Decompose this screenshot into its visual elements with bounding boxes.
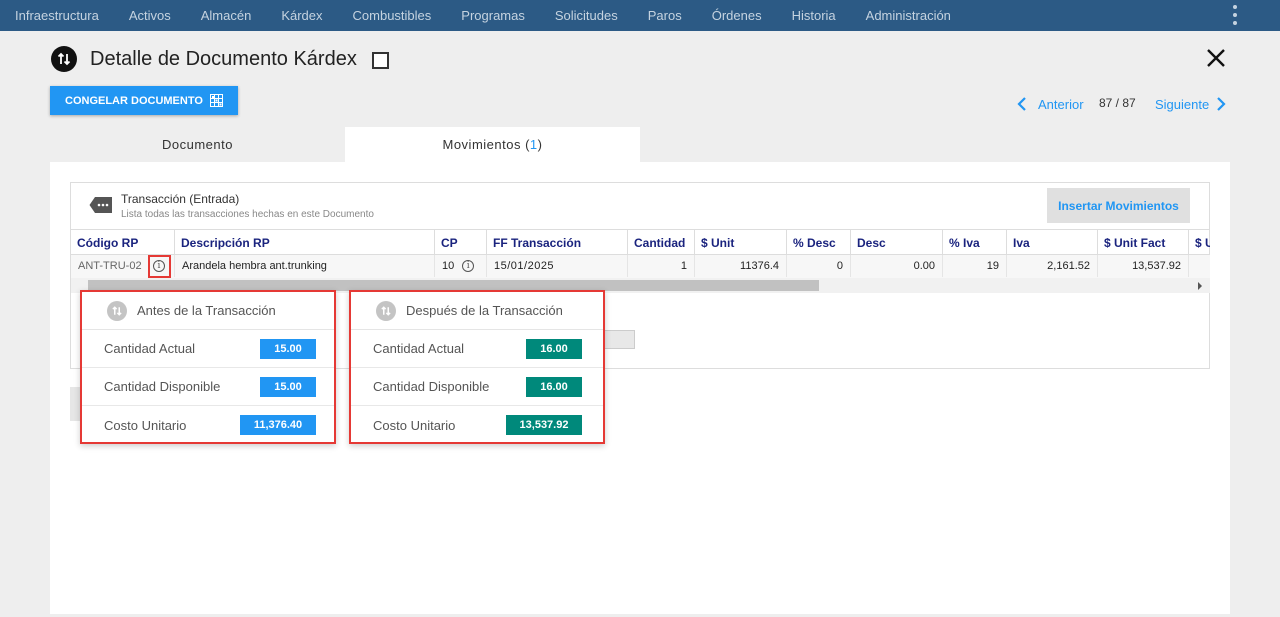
nav-historia[interactable]: Historia <box>792 8 836 23</box>
close-icon[interactable] <box>1204 46 1228 70</box>
nav-activos[interactable]: Activos <box>129 8 171 23</box>
col-descripcion-rp[interactable]: Descripción RP <box>175 230 435 254</box>
table-row[interactable]: ANT-TRU-02 Arandela hembra ant.trunking … <box>71 255 1210 278</box>
next-link[interactable]: Siguiente <box>1155 95 1227 113</box>
tab-documento-label: Documento <box>162 137 233 152</box>
after-row-cantidad-disponible: Cantidad Disponible 16.00 <box>351 368 603 406</box>
more-menu-icon[interactable] <box>1232 5 1238 25</box>
nav-solicitudes[interactable]: Solicitudes <box>555 8 618 23</box>
info-highlight-box <box>148 255 171 278</box>
before-title: Antes de la Transacción <box>137 303 276 318</box>
previous-label: Anterior <box>1038 96 1084 112</box>
after-value-cantidad-disponible: 16.00 <box>526 376 582 397</box>
before-row-cantidad-actual: Cantidad Actual 15.00 <box>82 330 334 368</box>
before-value-cantidad-disponible: 15.00 <box>260 376 316 397</box>
insert-movements-label: Insertar Movimientos <box>1058 198 1179 213</box>
cell-ff: 15/01/2025 <box>487 255 628 277</box>
scroll-right-icon[interactable] <box>1198 282 1202 290</box>
before-row-cantidad-disponible: Cantidad Disponible 15.00 <box>82 368 334 406</box>
card-subtitle: Lista todas las transacciones hechas en … <box>121 209 374 220</box>
top-navbar: Infraestructura Activos Almacén Kárdex C… <box>0 0 1280 31</box>
before-header: Antes de la Transacción <box>82 292 334 330</box>
before-label-costo-unitario: Costo Unitario <box>104 417 187 433</box>
table-header: Código RP Descripción RP CP FF Transacci… <box>71 229 1210 255</box>
after-value-cantidad-actual: 16.00 <box>526 338 582 359</box>
after-label-cantidad-disponible: Cantidad Disponible <box>373 379 490 394</box>
select-checkbox[interactable] <box>372 52 389 69</box>
before-value-costo-unitario: 11,376.40 <box>240 415 316 435</box>
cell-unit: 11376.4 <box>695 255 787 277</box>
cell-cp-text: 10 <box>442 260 455 272</box>
col-ff-transaccion[interactable]: FF Transacción <box>487 230 628 254</box>
before-value-cantidad-actual: 15.00 <box>260 338 316 359</box>
col-unit[interactable]: $ Unit <box>695 230 787 254</box>
cell-iva: 2,161.52 <box>1007 255 1098 277</box>
col-desc[interactable]: Desc <box>851 230 943 254</box>
col-iva[interactable]: Iva <box>1007 230 1098 254</box>
nav-paros[interactable]: Paros <box>648 8 682 23</box>
cell-descripcion: Arandela hembra ant.trunking <box>175 255 435 277</box>
tab-movimientos-count: 1 <box>529 137 538 152</box>
nav-administracion[interactable]: Administración <box>866 8 951 23</box>
swap-vertical-icon <box>107 300 127 321</box>
insert-movements-button[interactable]: Insertar Movimientos <box>1047 188 1190 223</box>
nav-ordenes[interactable]: Órdenes <box>712 8 762 23</box>
col-pct-iva[interactable]: % Iva <box>943 230 1007 254</box>
after-label-costo-unitario: Costo Unitario <box>373 417 456 433</box>
col-cp[interactable]: CP <box>435 230 487 254</box>
col-codigo-rp[interactable]: Código RP <box>71 230 175 254</box>
tab-movimientos[interactable]: Movimientos (1) <box>345 127 640 162</box>
after-row-costo-unitario: Costo Unitario 13,537.92 <box>351 406 603 444</box>
cell-codigo-text: ANT-TRU-02 <box>78 260 142 272</box>
col-u[interactable]: $ U <box>1189 230 1210 254</box>
cell-pct-iva: 19 <box>943 255 1007 277</box>
tab-movimientos-label: Movimientos <box>442 137 521 152</box>
cell-cantidad: 1 <box>628 255 695 277</box>
previous-link[interactable]: Anterior <box>1016 95 1084 113</box>
before-transaction-panel: Antes de la Transacción Cantidad Actual … <box>80 290 336 444</box>
nav-infraestructura[interactable]: Infraestructura <box>15 8 99 23</box>
chevron-right-icon <box>1217 97 1226 111</box>
swap-vertical-icon <box>51 46 77 72</box>
card-title: Transacción (Entrada) <box>121 192 240 206</box>
cell-desc: 0.00 <box>851 255 943 277</box>
cp-info-icon[interactable]: i <box>462 260 475 272</box>
after-row-cantidad-actual: Cantidad Actual 16.00 <box>351 330 603 368</box>
nav-almacen[interactable]: Almacén <box>201 8 252 23</box>
col-pct-desc[interactable]: % Desc <box>787 230 851 254</box>
before-row-costo-unitario: Costo Unitario 11,376.40 <box>82 406 334 444</box>
freeze-document-button[interactable]: CONGELAR DOCUMENTO <box>50 86 238 115</box>
cell-pct-desc: 0 <box>787 255 851 277</box>
chevron-left-icon <box>1017 97 1026 111</box>
page-counter: 87 / 87 <box>1099 96 1136 110</box>
before-label-cantidad-disponible: Cantidad Disponible <box>104 379 221 394</box>
nav-combustibles[interactable]: Combustibles <box>353 8 432 23</box>
page-title: Detalle de Documento Kárdex <box>90 48 357 70</box>
cell-unit-fact: 13,537.92 <box>1098 255 1189 277</box>
tag-icon <box>89 196 113 214</box>
cell-cp: 10 i <box>435 255 487 277</box>
freeze-document-label: CONGELAR DOCUMENTO <box>65 94 203 107</box>
col-unit-fact[interactable]: $ Unit Fact <box>1098 230 1189 254</box>
after-title: Después de la Transacción <box>406 303 563 318</box>
col-cantidad[interactable]: Cantidad <box>628 230 695 254</box>
nav-programas[interactable]: Programas <box>461 8 525 23</box>
after-header: Después de la Transacción <box>351 292 603 330</box>
before-label-cantidad-actual: Cantidad Actual <box>104 341 196 356</box>
next-label: Siguiente <box>1155 96 1210 112</box>
after-transaction-panel: Después de la Transacción Cantidad Actua… <box>349 290 605 444</box>
swap-vertical-icon <box>376 300 396 321</box>
nav-kardex[interactable]: Kárdex <box>281 8 322 23</box>
after-label-cantidad-actual: Cantidad Actual <box>373 341 465 356</box>
tab-documento[interactable]: Documento <box>50 127 345 162</box>
qr-grid-icon <box>210 94 223 110</box>
after-value-costo-unitario: 13,537.92 <box>506 415 582 435</box>
